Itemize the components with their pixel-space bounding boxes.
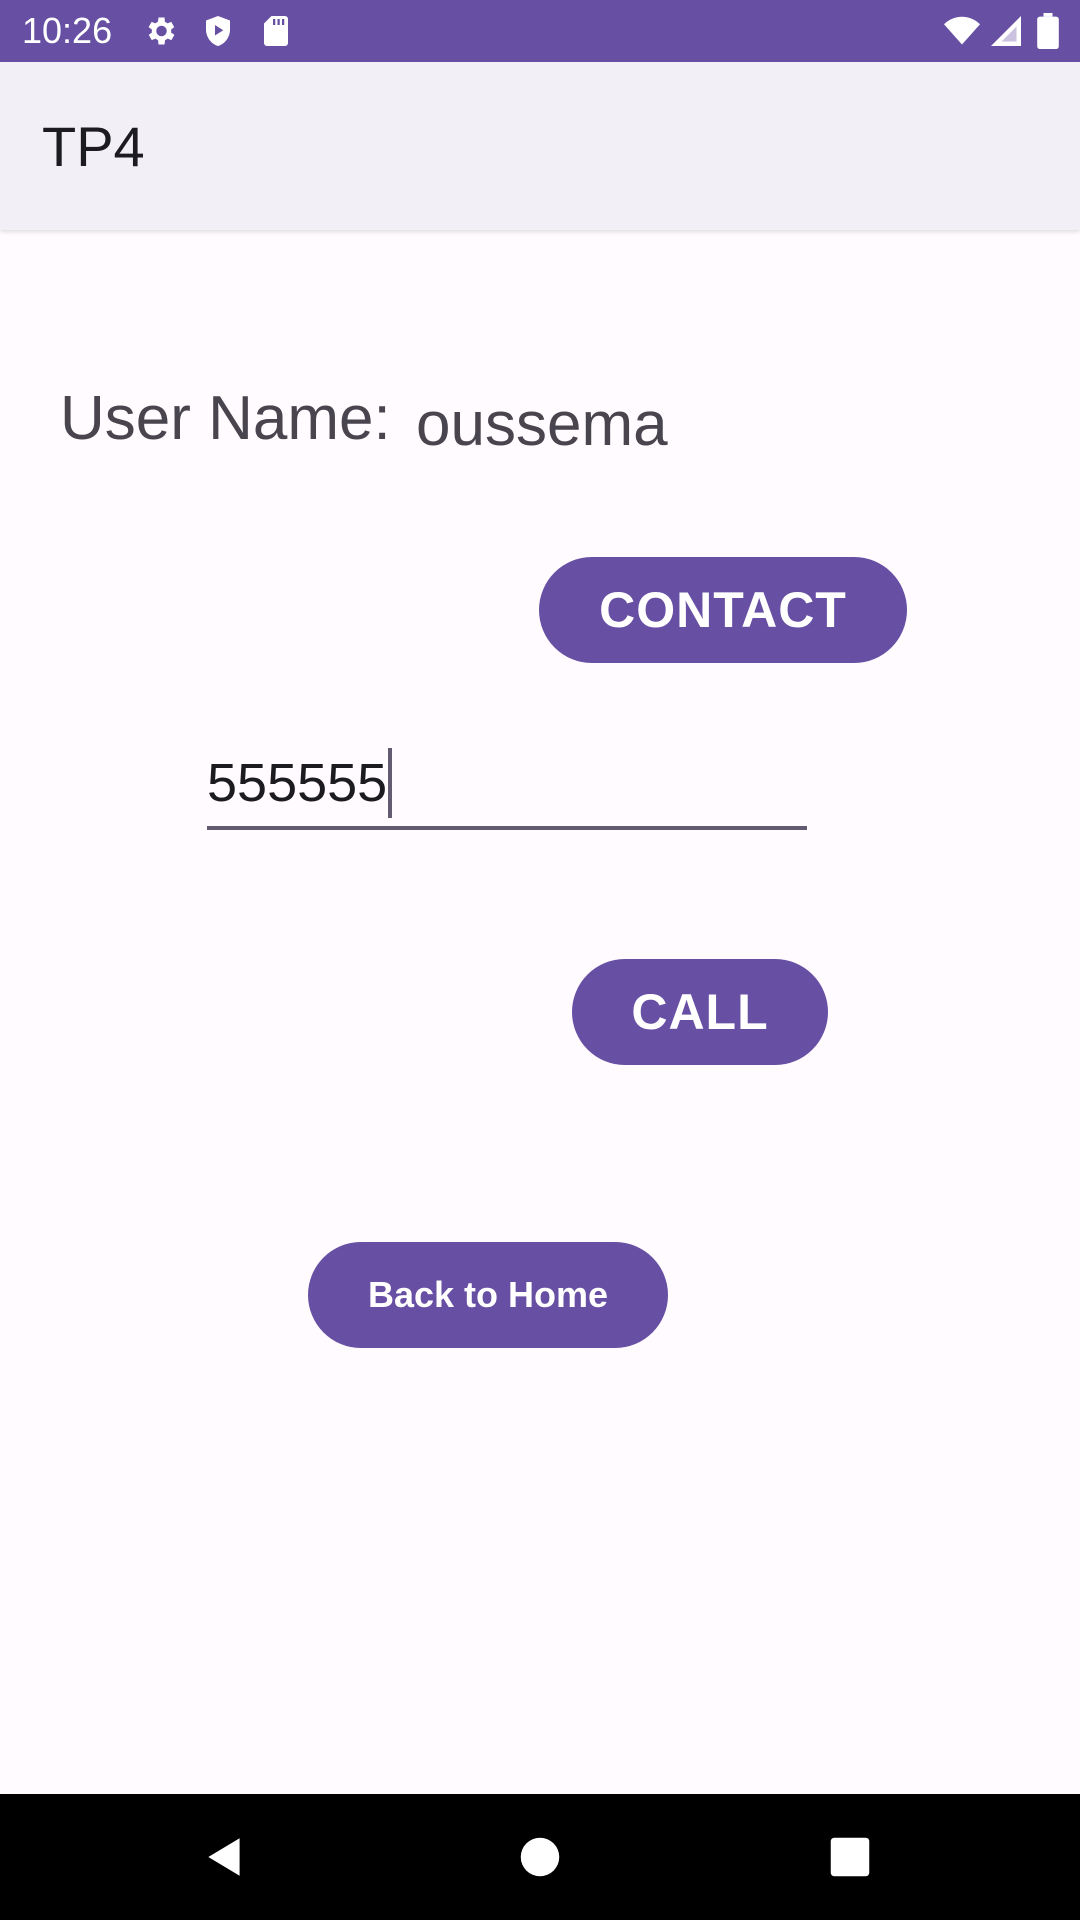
app-title: TP4 [42, 115, 145, 178]
username-value: oussema [416, 390, 668, 459]
gear-icon [142, 13, 178, 49]
text-cursor [388, 748, 393, 818]
status-bar: 10:26 [0, 0, 1080, 62]
app-bar: TP4 [0, 62, 1080, 230]
call-button[interactable]: CALL [572, 959, 828, 1065]
home-icon[interactable] [510, 1827, 570, 1887]
back-to-home-button[interactable]: Back to Home [308, 1242, 668, 1348]
recents-icon[interactable] [820, 1827, 880, 1887]
signal-icon [988, 13, 1024, 49]
navigation-bar [0, 1794, 1080, 1920]
status-time: 10:26 [22, 10, 113, 51]
wifi-icon [942, 13, 980, 49]
back-icon[interactable] [195, 1827, 255, 1887]
contact-button[interactable]: CONTACT [539, 557, 907, 663]
battery-icon [1036, 13, 1060, 50]
screen: 10:26 TP4 User Name: oussema CONTACT 555… [0, 0, 1080, 1920]
username-label: User Name: [60, 384, 391, 453]
sd-card-icon [258, 13, 294, 49]
phone-input-value: 555555 [207, 740, 393, 826]
phone-input-text: 555555 [207, 753, 388, 813]
shield-play-icon [200, 13, 236, 49]
phone-input[interactable]: 555555 [207, 740, 807, 830]
